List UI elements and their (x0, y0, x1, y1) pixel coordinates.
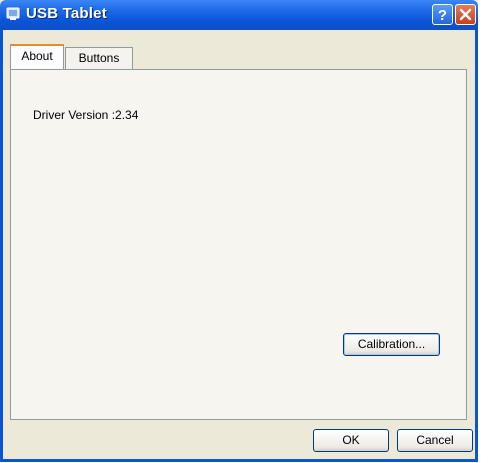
tablet-app-icon (6, 7, 20, 20)
window-border-bottom (0, 459, 478, 462)
ok-button[interactable]: OK (313, 429, 389, 452)
svg-text:?: ? (438, 7, 447, 24)
help-button[interactable]: ? (432, 4, 453, 25)
window-border-left (0, 30, 3, 462)
window-border-right (475, 30, 478, 462)
close-button[interactable] (455, 4, 476, 25)
cancel-button[interactable]: Cancel (397, 429, 473, 452)
title-bar[interactable]: USB Tablet ? (0, 0, 478, 30)
calibration-button[interactable]: Calibration... (343, 333, 440, 356)
help-icon: ? (438, 7, 447, 24)
tab-about[interactable]: About (10, 44, 64, 69)
window-title: USB Tablet (26, 5, 107, 22)
tab-buttons[interactable]: Buttons (65, 47, 133, 69)
driver-version-label: Driver Version :2.34 (33, 108, 139, 122)
dialog-window: USB Tablet ? About Buttons Driver Versio… (0, 0, 478, 462)
close-icon (459, 8, 472, 21)
